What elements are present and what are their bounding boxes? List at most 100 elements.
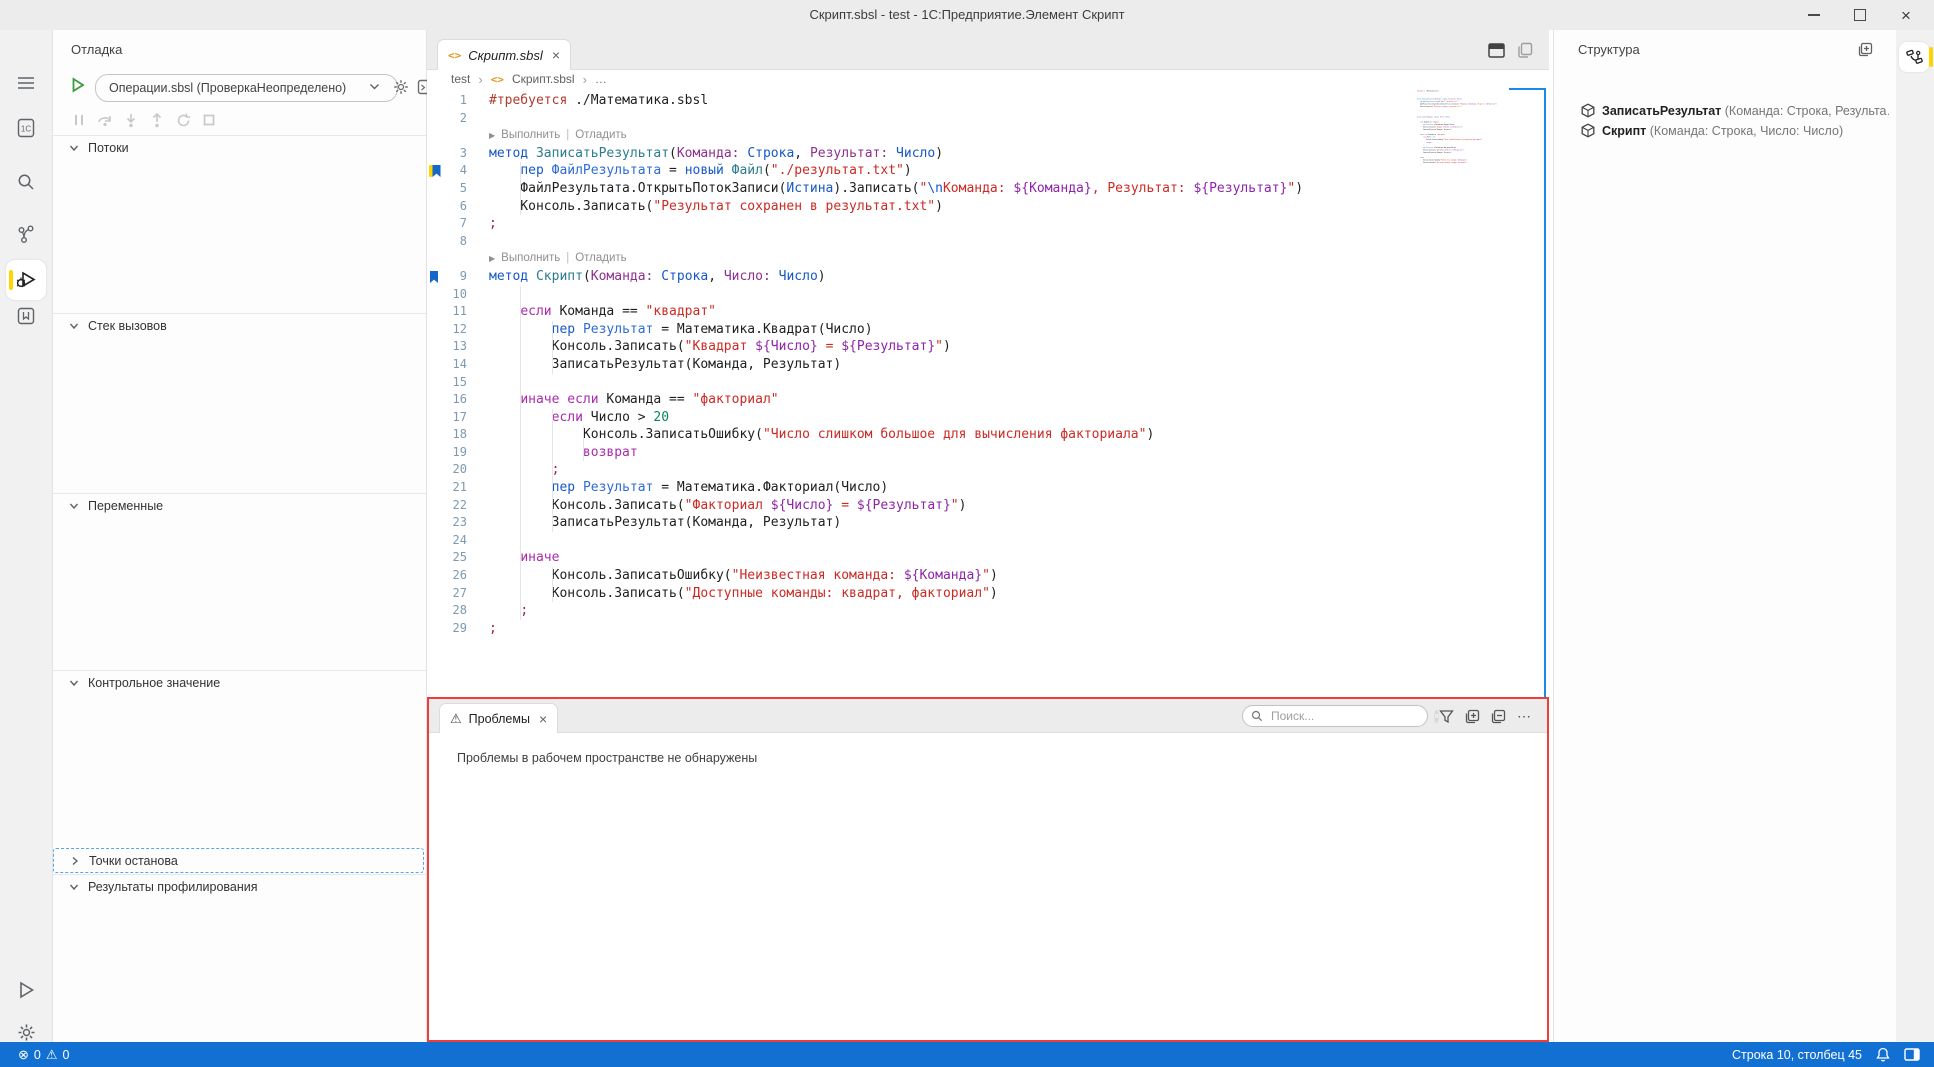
line-number[interactable]: 11 <box>427 303 467 321</box>
problems-tab-close-icon[interactable]: × <box>537 711 547 727</box>
tab-problems[interactable]: ⚠ Проблемы × <box>439 703 558 733</box>
line-number[interactable]: 18 <box>427 426 467 444</box>
code-line-20[interactable]: 20 ; <box>427 461 1549 479</box>
line-number[interactable]: 13 <box>427 338 467 356</box>
collapse-all-icon[interactable] <box>1491 709 1506 724</box>
code-editor[interactable]: 1#требуется ./Математика.sbsl2 ▶Выполнит… <box>427 88 1549 697</box>
code-line-18[interactable]: 18 Консоль.ЗаписатьОшибку("Число слишком… <box>427 426 1549 444</box>
cursor-position[interactable]: Строка 10, столбец 45 <box>1732 1048 1862 1062</box>
code-line-9[interactable]: 9метод Скрипт(Команда: Строка, Число: Чи… <box>427 268 1549 286</box>
line-number[interactable]: 10 <box>427 286 467 304</box>
code-line-24[interactable]: 24 <box>427 532 1549 550</box>
code-line-22[interactable]: 22 Консоль.Записать("Факториал ${Число} … <box>427 497 1549 515</box>
line-number[interactable]: 16 <box>427 391 467 409</box>
line-number[interactable]: 6 <box>427 198 467 216</box>
debug-section-6[interactable]: Результаты профилирования <box>53 874 426 899</box>
step-into-button[interactable] <box>123 112 139 128</box>
code-line-8[interactable]: 8 <box>427 233 1549 251</box>
code-line-1[interactable]: 1#требуется ./Математика.sbsl <box>427 92 1549 110</box>
line-number[interactable]: 27 <box>427 585 467 603</box>
open-in-editor-icon[interactable] <box>1858 42 1873 57</box>
bookmark-icon[interactable] <box>429 270 441 284</box>
code-line-7[interactable]: 7; <box>427 215 1549 233</box>
code-line-26[interactable]: 26 Консоль.ЗаписатьОшибку("Неизвестная к… <box>427 567 1549 585</box>
line-number[interactable]: 19 <box>427 444 467 462</box>
line-number[interactable]: 28 <box>427 602 467 620</box>
line-number[interactable]: 8 <box>427 233 467 251</box>
restart-button[interactable] <box>175 112 191 128</box>
debug-section-2[interactable]: Стек вызовов <box>53 313 426 338</box>
debug-section-5[interactable]: Точки останова <box>53 848 424 873</box>
bookmark-icon[interactable] <box>429 164 441 178</box>
sidebar-item-structure[interactable] <box>1899 42 1929 72</box>
filter-icon[interactable] <box>1439 709 1454 724</box>
line-number[interactable]: 12 <box>427 321 467 339</box>
minimize-button[interactable] <box>1798 2 1830 28</box>
code-line-28[interactable]: 28 ; <box>427 602 1549 620</box>
more-actions-icon[interactable]: ⋯ <box>1517 708 1531 725</box>
codelens-debug[interactable]: Отладить <box>575 250 626 268</box>
codelens[interactable]: ▶Выполнить|Отладить <box>427 127 1549 145</box>
structure-item-zapisatrezultat[interactable]: ЗаписатьРезультат (Команда: Строка, Резу… <box>1581 101 1889 120</box>
line-number[interactable]: 25 <box>427 549 467 567</box>
code-line-5[interactable]: 5 ФайлРезультата.ОткрытьПотокЗаписи(Исти… <box>427 180 1549 198</box>
code-line-19[interactable]: 19 возврат <box>427 444 1549 462</box>
code-line-23[interactable]: 23 ЗаписатьРезультат(Команда, Результат) <box>427 514 1549 532</box>
tab-script-sbsl[interactable]: <> Скрипт.sbsl × <box>437 39 571 70</box>
code-line-16[interactable]: 16 иначе если Команда == "факториал" <box>427 391 1549 409</box>
problems-status[interactable]: ⊗ 0 ⚠ 0 <box>18 1047 69 1063</box>
code-line-13[interactable]: 13 Консоль.Записать("Квадрат ${Число} = … <box>427 338 1549 356</box>
line-number[interactable]: 1 <box>427 92 467 110</box>
expand-all-icon[interactable] <box>1465 709 1480 724</box>
line-number[interactable]: 29 <box>427 620 467 638</box>
line-number[interactable]: 21 <box>427 479 467 497</box>
search-input[interactable] <box>1269 708 1428 724</box>
split-editor-icon[interactable] <box>1488 43 1505 58</box>
maximize-button[interactable] <box>1844 2 1876 28</box>
pause-button[interactable] <box>71 112 87 128</box>
debug-section-1[interactable]: Потоки <box>53 135 426 160</box>
structure-item-skript[interactable]: Скрипт (Команда: Строка, Число: Число) <box>1581 121 1889 140</box>
code-line-25[interactable]: 25 иначе <box>427 549 1549 567</box>
sidebar-item-search[interactable] <box>6 162 46 202</box>
debug-settings-gear-icon[interactable] <box>393 79 409 95</box>
line-number[interactable]: 3 <box>427 145 467 163</box>
line-number[interactable]: 5 <box>427 180 467 198</box>
duplicate-editor-icon[interactable] <box>1517 42 1533 58</box>
code-line-6[interactable]: 6 Консоль.Записать("Результат сохранен в… <box>427 198 1549 216</box>
debug-section-4[interactable]: Контрольное значение <box>53 670 426 695</box>
line-number[interactable]: 15 <box>427 374 467 392</box>
code-line-4[interactable]: 4 пер ФайлРезультата = новый Файл("./рез… <box>427 162 1549 180</box>
code-line-17[interactable]: 17 если Число > 20 <box>427 409 1549 427</box>
line-number[interactable]: 14 <box>427 356 467 374</box>
debug-section-3[interactable]: Переменные <box>53 493 426 518</box>
line-number[interactable]: 24 <box>427 532 467 550</box>
code-line-3[interactable]: 3метод ЗаписатьРезультат(Команда: Строка… <box>427 145 1549 163</box>
stop-button[interactable] <box>201 112 217 128</box>
start-debug-button[interactable] <box>71 77 85 93</box>
codelens[interactable]: ▶Выполнить|Отладить <box>427 250 1549 268</box>
breadcrumb-item-file[interactable]: Скрипт.sbsl <box>512 72 575 86</box>
sidebar-item-version-control[interactable] <box>6 215 46 255</box>
line-number[interactable]: 17 <box>427 409 467 427</box>
close-button[interactable]: × <box>1890 2 1922 28</box>
sidebar-item-journal[interactable] <box>6 296 46 336</box>
code-line-11[interactable]: 11 если Команда == "квадрат" <box>427 303 1549 321</box>
line-number[interactable]: 22 <box>427 497 467 515</box>
minimap[interactable]: #требуется ./Математика.sbslметод Записа… <box>1417 90 1529 220</box>
problems-search-box[interactable]: × <box>1242 705 1428 727</box>
step-over-button[interactable] <box>97 112 113 128</box>
run-app-button[interactable] <box>6 970 46 1010</box>
code-line-21[interactable]: 21 пер Результат = Математика.Факториал(… <box>427 479 1549 497</box>
code-line-10[interactable]: 10 <box>427 286 1549 304</box>
code-line-27[interactable]: 27 Консоль.Записать("Доступные команды: … <box>427 585 1549 603</box>
sidebar-item-debug[interactable] <box>6 260 46 300</box>
notifications-bell-icon[interactable] <box>1876 1047 1890 1062</box>
launch-config-dropdown[interactable]: Операции.sbsl (ПроверкаНеопределено) <box>95 74 398 102</box>
code-line-15[interactable]: 15 <box>427 374 1549 392</box>
line-number[interactable]: 20 <box>427 461 467 479</box>
step-out-button[interactable] <box>149 112 165 128</box>
codelens-run[interactable]: Выполнить <box>501 250 560 268</box>
toggle-panel-icon[interactable] <box>1904 1048 1920 1061</box>
tab-close-icon[interactable]: × <box>550 47 560 63</box>
